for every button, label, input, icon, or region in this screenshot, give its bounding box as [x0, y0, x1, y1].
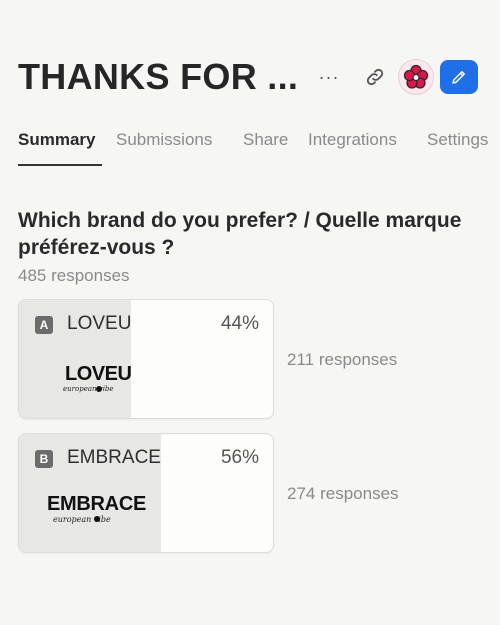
option-label: LOVEU: [67, 313, 132, 334]
logo-wordmark: LOVEU: [65, 363, 131, 385]
embrace-logo: EMBRACE european vibe: [47, 493, 146, 524]
logo-tagline: european vibe: [53, 515, 111, 524]
flower-avatar-icon: [403, 64, 429, 89]
question-title: Which brand do you prefer? / Quelle marq…: [18, 209, 462, 259]
header: THANKS FOR ... ···: [0, 0, 500, 110]
tab-summary[interactable]: Summary: [18, 130, 95, 150]
option-percent: 56%: [220, 447, 259, 468]
total-responses: 485 responses: [18, 266, 130, 285]
option-percent: 44%: [220, 313, 259, 334]
tab-integrations[interactable]: Integrations: [308, 130, 397, 150]
link-icon: [366, 68, 384, 86]
pencil-icon: [452, 71, 465, 84]
form-summary-page: THANKS FOR ... ··· Summary Submissions S…: [0, 0, 500, 625]
option-letter-badge: A: [35, 316, 53, 334]
option-a-responses: 211 responses: [287, 350, 398, 369]
option-b-responses: 274 responses: [287, 484, 399, 503]
avatar[interactable]: [398, 59, 434, 95]
edit-button[interactable]: [440, 60, 478, 94]
active-tab-indicator: [18, 164, 102, 166]
form-title: THANKS FOR ...: [18, 56, 299, 97]
loveu-logo: LOVEU european vibe: [63, 363, 132, 393]
tab-submissions[interactable]: Submissions: [116, 130, 212, 150]
option-card-b[interactable]: B EMBRACE 56% EMBRACE european vibe: [18, 433, 274, 553]
tab-share[interactable]: Share: [243, 130, 288, 150]
option-card-a[interactable]: A LOVEU 44% LOVEU european vibe: [18, 299, 274, 419]
more-options-button[interactable]: ···: [314, 62, 344, 92]
logo-tagline: european vibe: [63, 385, 114, 393]
tab-bar: Summary Submissions Share Integrations S…: [0, 124, 500, 166]
tab-settings[interactable]: Settings: [427, 130, 488, 150]
logo-wordmark: EMBRACE: [47, 493, 146, 515]
option-letter-badge: B: [35, 450, 53, 468]
more-icon: ···: [318, 66, 340, 87]
copy-link-button[interactable]: [360, 62, 390, 92]
option-label: EMBRACE: [67, 447, 161, 468]
